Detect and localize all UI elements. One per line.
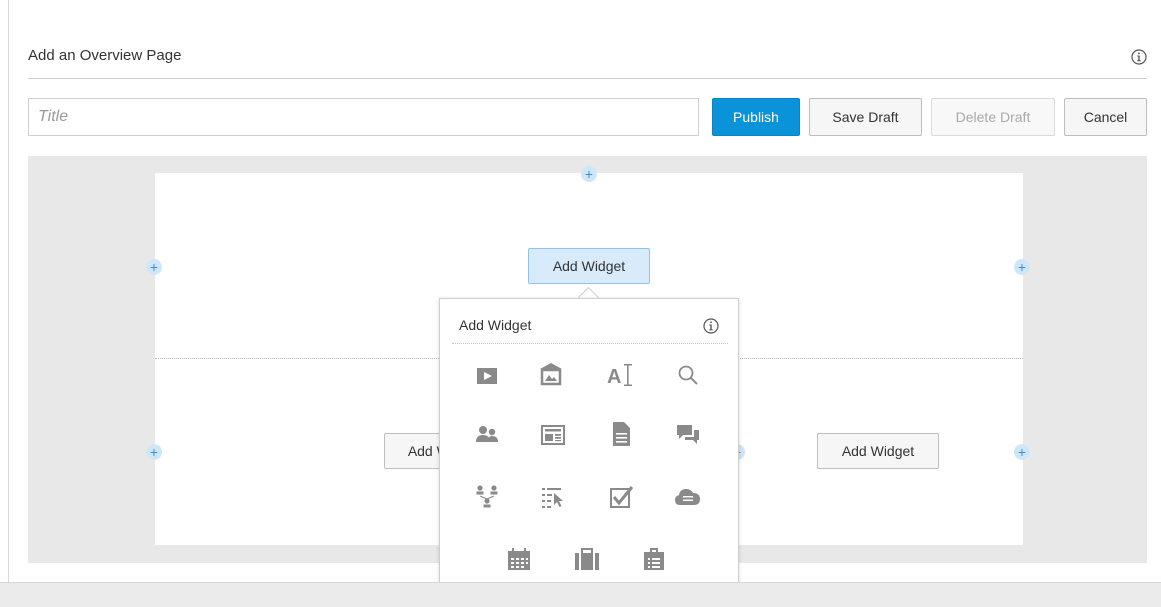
text-icon[interactable]: A xyxy=(605,359,637,391)
page-title: Add an Overview Page xyxy=(28,47,182,64)
cancel-button[interactable]: Cancel xyxy=(1064,98,1147,136)
document-icon[interactable] xyxy=(605,418,637,450)
svg-text:A: A xyxy=(607,366,621,388)
search-icon[interactable] xyxy=(672,359,704,391)
checkbox-icon[interactable] xyxy=(605,481,637,513)
org-chart-icon[interactable] xyxy=(471,481,503,513)
info-circle-icon[interactable] xyxy=(1131,49,1147,70)
cloud-icon[interactable] xyxy=(672,481,704,513)
add-row-top-button[interactable]: + xyxy=(581,166,597,182)
discussion-icon[interactable] xyxy=(672,418,704,450)
popup-divider xyxy=(452,343,728,344)
video-icon[interactable] xyxy=(471,360,503,392)
task-list-icon[interactable] xyxy=(537,481,569,513)
header-divider xyxy=(28,78,1147,79)
save-draft-button[interactable]: Save Draft xyxy=(809,98,922,136)
add-widget-popup: Add Widget A xyxy=(439,298,739,606)
briefcase-icon[interactable] xyxy=(571,543,603,575)
add-column-left-button[interactable]: + xyxy=(146,444,162,460)
delete-draft-button: Delete Draft xyxy=(931,98,1055,136)
popup-title: Add Widget xyxy=(459,317,532,333)
clipboard-icon[interactable] xyxy=(638,543,670,575)
news-icon[interactable] xyxy=(537,419,569,451)
add-widget-button[interactable]: Add Widget xyxy=(817,433,939,469)
add-column-right-button[interactable]: + xyxy=(1014,444,1030,460)
footer-strip xyxy=(0,582,1161,607)
add-widget-button[interactable]: Add Widget xyxy=(528,248,650,284)
add-column-right-button[interactable]: + xyxy=(1014,259,1030,275)
calendar-icon[interactable] xyxy=(503,543,535,575)
info-circle-icon[interactable] xyxy=(703,318,719,339)
publish-button[interactable]: Publish xyxy=(712,98,800,136)
people-icon[interactable] xyxy=(471,419,503,451)
add-column-left-button[interactable]: + xyxy=(146,259,162,275)
image-gallery-icon[interactable] xyxy=(535,358,567,390)
title-input[interactable] xyxy=(28,98,699,136)
page-frame-border xyxy=(8,0,9,582)
